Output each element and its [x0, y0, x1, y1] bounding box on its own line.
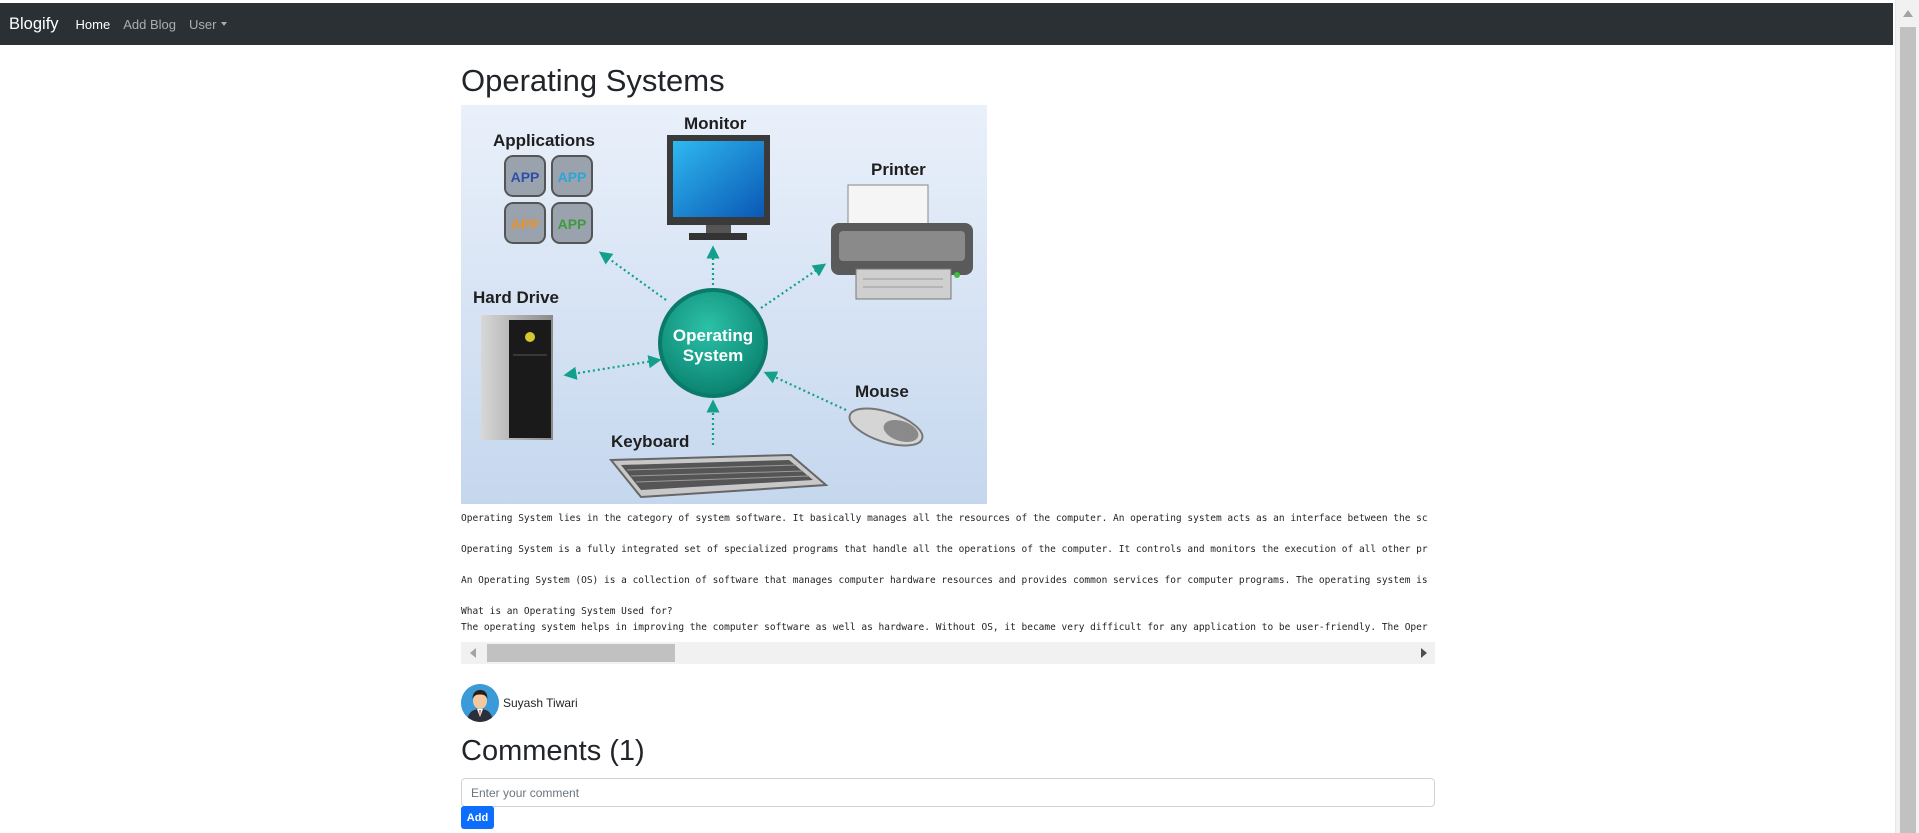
scroll-right-arrow-icon[interactable]: [1421, 648, 1427, 658]
app-icons: APP APP APP APP: [504, 155, 593, 244]
printer-icon: [831, 184, 973, 300]
mouse-icon: [848, 407, 924, 447]
user-avatar-icon: [461, 684, 499, 722]
scroll-up-arrow-icon[interactable]: [1903, 10, 1913, 17]
scroll-left-arrow-icon[interactable]: [470, 648, 476, 658]
os-label-line2: System: [683, 346, 743, 365]
svg-text:APP: APP: [558, 216, 587, 232]
post-subheading: What is an Operating System Used for?: [461, 606, 673, 617]
post-title: Operating Systems: [461, 63, 725, 98]
os-label-line1: Operating: [673, 326, 753, 345]
nav-user-label: User: [188, 16, 217, 32]
post-paragraph: Operating System is a fully integrated s…: [461, 544, 1428, 555]
brand-logo[interactable]: Blogify: [9, 15, 59, 34]
os-diagram-illustration: Operating System Applications APP APP AP…: [473, 114, 973, 499]
horizontal-scrollbar-thumb[interactable]: [487, 644, 675, 662]
post-paragraph: Operating System lies in the category of…: [461, 513, 1428, 524]
comments-heading: Comments (1): [461, 735, 645, 767]
vertical-scrollbar-thumb[interactable]: [1900, 27, 1916, 833]
author-info: Suyash Tiwari: [461, 684, 578, 722]
horizontal-scrollbar[interactable]: [461, 642, 1435, 664]
post-paragraph: The operating system helps in improving …: [461, 621, 1428, 633]
nav-home[interactable]: Home: [76, 17, 111, 32]
svg-text:APP: APP: [558, 169, 587, 185]
author-name[interactable]: Suyash Tiwari: [503, 696, 578, 710]
applications-label: Applications: [493, 131, 595, 150]
add-comment-button[interactable]: Add: [461, 806, 494, 829]
mouse-label: Mouse: [855, 382, 909, 401]
avatar: [461, 684, 499, 722]
printer-label: Printer: [871, 160, 926, 179]
post-paragraph: An Operating System (OS) is a collection…: [461, 575, 1428, 586]
monitor-label: Monitor: [684, 114, 747, 133]
monitor-icon: [667, 135, 770, 240]
hard-drive-label: Hard Drive: [473, 288, 559, 307]
post-image: Operating System Applications APP APP AP…: [461, 105, 987, 504]
top-navbar: Blogify Home Add Blog User: [0, 3, 1893, 45]
keyboard-icon: [608, 453, 829, 499]
svg-text:APP: APP: [511, 216, 540, 232]
comment-input[interactable]: [461, 778, 1435, 807]
caret-down-icon: [221, 21, 228, 26]
nav-user-dropdown[interactable]: User: [188, 16, 228, 32]
keyboard-label: Keyboard: [611, 432, 689, 451]
svg-text:APP: APP: [511, 169, 540, 185]
nav-add-blog[interactable]: Add Blog: [123, 17, 176, 32]
hard-drive-icon: [481, 315, 553, 440]
vertical-scrollbar[interactable]: [1895, 0, 1919, 833]
